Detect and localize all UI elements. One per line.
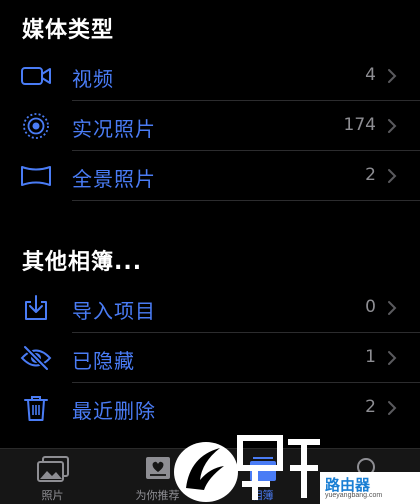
trash-icon	[20, 393, 52, 423]
album-count: 1	[365, 347, 376, 367]
tab-photos[interactable]: 照片	[0, 449, 105, 504]
media-types-title: 媒体类型	[22, 18, 115, 43]
chevron-right-icon	[384, 66, 400, 86]
watermark-url: yueyangbang.com	[322, 492, 386, 499]
album-count: 2	[365, 397, 376, 417]
chevron-right-icon	[384, 116, 400, 136]
tab-label: 照片	[41, 489, 64, 502]
photos-icon	[36, 455, 70, 483]
chevron-right-icon	[384, 166, 400, 186]
album-label: 视频	[72, 67, 114, 91]
album-row-recently-deleted[interactable]: 最近删除 2	[0, 383, 420, 433]
live-photo-icon	[20, 111, 52, 141]
album-label: 已隐藏	[72, 349, 135, 373]
chevron-right-icon	[384, 398, 400, 418]
album-row-panoramas[interactable]: 全景照片 2	[0, 151, 420, 201]
album-row-imports[interactable]: 导入项目 0	[0, 283, 420, 333]
eye-slash-icon	[20, 343, 52, 373]
album-label: 导入项目	[72, 299, 156, 323]
other-albums-title: 其他相簿...	[22, 250, 143, 275]
album-count: 0	[365, 297, 376, 317]
album-count: 2	[365, 165, 376, 185]
albums-screen: 媒体类型 视频 4 实况照片 174 全景照片 2 其他相簿... 导入项目 0	[0, 0, 420, 504]
album-count: 4	[365, 65, 376, 85]
video-icon	[20, 61, 52, 91]
album-row-videos[interactable]: 视频 4	[0, 51, 420, 101]
album-count: 174	[343, 115, 376, 135]
import-icon	[20, 293, 52, 323]
chevron-right-icon	[384, 348, 400, 368]
album-row-live-photos[interactable]: 实况照片 174	[0, 101, 420, 151]
divider	[72, 200, 420, 201]
album-label: 最近删除	[72, 399, 156, 423]
album-label: 全景照片	[72, 167, 156, 191]
chevron-right-icon	[384, 298, 400, 318]
album-label: 实况照片	[72, 117, 156, 141]
panorama-icon	[20, 161, 52, 191]
album-row-hidden[interactable]: 已隐藏 1	[0, 333, 420, 383]
